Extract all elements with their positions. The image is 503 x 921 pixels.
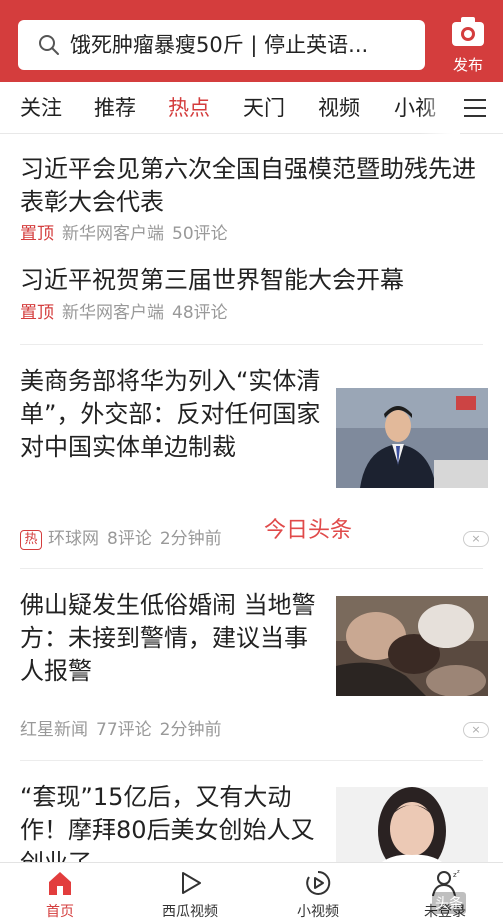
- news-meta: 热环球网 8评论 2分钟前: [20, 528, 222, 550]
- channel-tabs: 关注 推荐 热点 天门 视频 小视: [0, 82, 503, 134]
- hot-badge: 热: [20, 530, 42, 550]
- camera-icon: [452, 17, 484, 46]
- tabs-fade: [420, 82, 460, 134]
- publish-time: 2分钟前: [159, 720, 222, 740]
- pinned-label: 置顶: [20, 303, 54, 323]
- pinned-label: 置顶: [20, 224, 54, 244]
- search-suggestion-text: 饿死肿瘤暴瘦50斤 | 停止英语...: [70, 33, 369, 57]
- tab-follow[interactable]: 关注: [20, 94, 62, 122]
- nav-short-video[interactable]: 小视频: [268, 863, 368, 921]
- news-title[interactable]: “套现”15亿后，又有大动作！摩拜80后美女创始人又创业了: [20, 781, 325, 862]
- publish-button[interactable]: 发布: [444, 16, 492, 76]
- dislike-close-icon[interactable]: ×: [463, 531, 489, 547]
- nav-short-video-label: 小视频: [297, 904, 339, 920]
- divider: [20, 344, 483, 345]
- top-bar: 饿死肿瘤暴瘦50斤 | 停止英语... 发布: [0, 0, 503, 82]
- news-source: 环球网: [48, 529, 99, 549]
- search-bar[interactable]: 饿死肿瘤暴瘦50斤 | 停止英语...: [18, 20, 425, 70]
- nav-xigua-video[interactable]: 西瓜视频: [140, 863, 240, 921]
- news-item[interactable]: “套现”15亿后，又有大动作！摩拜80后美女创始人又创业了: [0, 761, 503, 862]
- news-title[interactable]: 习近平会见第六次全国自强模范暨助残先进表彰大会代表: [20, 153, 488, 219]
- dislike-close-icon[interactable]: ×: [463, 722, 489, 738]
- news-source: 红星新闻: [20, 720, 88, 740]
- publish-time: 2分钟前: [159, 529, 222, 549]
- bottom-nav: 首页 西瓜视频 小视频 z z 未登录: [0, 862, 503, 921]
- comment-count: 8评论: [107, 529, 152, 549]
- nav-xigua-label: 西瓜视频: [162, 904, 218, 920]
- publish-label: 发布: [452, 56, 483, 74]
- svg-text:z: z: [457, 869, 460, 875]
- channel-menu-icon[interactable]: [462, 96, 490, 120]
- comment-count: 48评论: [172, 303, 228, 323]
- news-meta: 红星新闻 77评论 2分钟前: [20, 719, 221, 741]
- nav-home-label: 首页: [46, 904, 74, 920]
- news-source: 新华网客户端: [62, 303, 164, 323]
- news-thumbnail-spokesman[interactable]: [336, 388, 488, 488]
- news-title[interactable]: 习近平祝贺第三届世界智能大会开幕: [20, 264, 488, 297]
- news-title[interactable]: 美商务部将华为列入“实体清单”，外交部：反对任何国家对中国实体单边制裁: [20, 365, 325, 464]
- news-title[interactable]: 佛山疑发生低俗婚闹 当地警方：未接到警情，建议当事人报警: [20, 589, 325, 688]
- news-thumbnail-wedding[interactable]: [336, 596, 488, 696]
- toutiao-watermark: 今日头条: [264, 518, 353, 543]
- play-icon: [182, 872, 201, 894]
- short-video-icon: [306, 870, 331, 895]
- home-icon: [49, 872, 71, 895]
- tab-hot[interactable]: 热点: [168, 94, 210, 122]
- corner-watermark: 头条: [432, 892, 466, 914]
- comment-count: 50评论: [172, 224, 228, 244]
- news-meta: 置顶 新华网客户端 50评论: [20, 223, 236, 245]
- tab-video[interactable]: 视频: [318, 94, 360, 122]
- tab-tianmen[interactable]: 天门: [243, 94, 285, 122]
- news-source: 新华网客户端: [62, 224, 164, 244]
- tab-recommend[interactable]: 推荐: [94, 94, 136, 122]
- divider: [20, 568, 483, 569]
- search-icon: [38, 34, 60, 56]
- comment-count: 77评论: [96, 720, 152, 740]
- news-meta: 置顶 新华网客户端 48评论: [20, 302, 236, 324]
- news-thumbnail-founder[interactable]: [336, 787, 488, 862]
- nav-home[interactable]: 首页: [10, 863, 110, 921]
